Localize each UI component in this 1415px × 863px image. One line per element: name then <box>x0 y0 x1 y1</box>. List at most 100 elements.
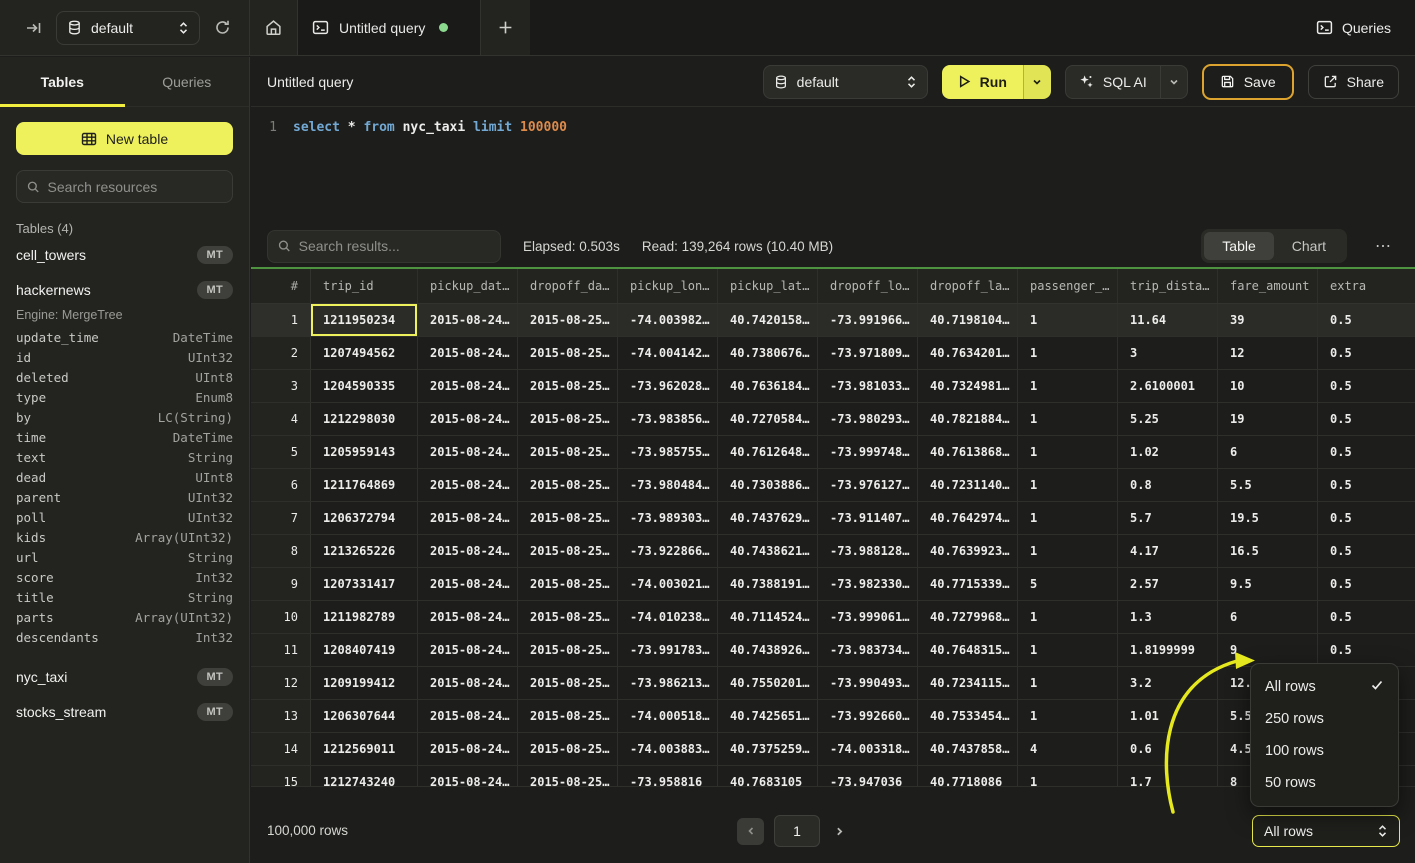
column-header[interactable]: trip_dista… <box>1118 269 1218 303</box>
table-cell[interactable]: 10 <box>1218 370 1318 402</box>
table-cell[interactable]: 1 <box>1018 667 1118 699</box>
column-header[interactable]: dropoff_lo… <box>818 269 918 303</box>
table-cell[interactable]: 1 <box>1018 634 1118 666</box>
table-cell[interactable]: -74.003883… <box>618 733 718 765</box>
table-cell[interactable]: 40.7270584… <box>718 403 818 435</box>
column-header[interactable]: dropoff_da… <box>518 269 618 303</box>
query-database-select[interactable]: default <box>763 65 928 99</box>
table-cell[interactable]: 3.2 <box>1118 667 1218 699</box>
table-cell[interactable]: 0.5 <box>1318 337 1415 369</box>
table-cell[interactable]: 0.5 <box>1318 568 1415 600</box>
queries-button[interactable]: Queries <box>1316 19 1391 36</box>
page-size-option[interactable]: 100 rows <box>1251 735 1398 767</box>
table-cell[interactable]: 1 <box>1018 502 1118 534</box>
table-cell[interactable]: 11.64 <box>1118 304 1218 336</box>
row-index[interactable]: 11 <box>251 634 311 666</box>
table-cell[interactable]: 2015-08-25… <box>518 568 618 600</box>
table-cell[interactable]: 40.7533454… <box>918 700 1018 732</box>
sidebar-tab-tables[interactable]: Tables <box>0 57 125 106</box>
sidebar-item-nyc-taxi[interactable]: nyc_taxi MT <box>16 660 233 693</box>
table-cell[interactable]: 2015-08-24… <box>418 304 518 336</box>
row-index[interactable]: 5 <box>251 436 311 468</box>
view-toggle-table[interactable]: Table <box>1204 232 1273 260</box>
table-cell[interactable]: 2015-08-25… <box>518 502 618 534</box>
table-cell[interactable]: 2015-08-25… <box>518 700 618 732</box>
table-cell[interactable]: 40.7715339… <box>918 568 1018 600</box>
sidebar-item-hackernews[interactable]: hackernews MT <box>16 273 233 306</box>
table-cell[interactable]: 19.5 <box>1218 502 1318 534</box>
table-cell[interactable]: -73.958816 <box>618 766 718 786</box>
table-cell[interactable]: -73.983734… <box>818 634 918 666</box>
table-cell[interactable]: 2.57 <box>1118 568 1218 600</box>
table-cell[interactable]: 5.5 <box>1218 469 1318 501</box>
sidebar-item-stocks-stream[interactable]: stocks_stream MT <box>16 695 233 728</box>
table-cell[interactable]: 5.25 <box>1118 403 1218 435</box>
row-index[interactable]: 1 <box>251 304 311 336</box>
table-cell[interactable]: 2015-08-24… <box>418 337 518 369</box>
row-index[interactable]: 9 <box>251 568 311 600</box>
table-cell[interactable]: 2015-08-25… <box>518 337 618 369</box>
table-cell[interactable]: 40.7388191… <box>718 568 818 600</box>
table-cell[interactable]: 40.7375259… <box>718 733 818 765</box>
table-cell[interactable]: 1207494562 <box>311 337 418 369</box>
table-cell[interactable]: -73.981033… <box>818 370 918 402</box>
table-cell[interactable]: 2015-08-24… <box>418 634 518 666</box>
table-cell[interactable]: 1212298030 <box>311 403 418 435</box>
table-cell[interactable]: 1 <box>1018 337 1118 369</box>
sidebar-tab-queries[interactable]: Queries <box>125 57 250 106</box>
table-cell[interactable]: 0.5 <box>1318 502 1415 534</box>
table-cell[interactable]: -74.003021… <box>618 568 718 600</box>
results-search[interactable] <box>267 230 501 263</box>
table-cell[interactable]: 40.7231140… <box>918 469 1018 501</box>
table-cell[interactable]: -73.999061… <box>818 601 918 633</box>
table-cell[interactable]: 1 <box>1018 403 1118 435</box>
table-cell[interactable]: 9 <box>1218 634 1318 666</box>
table-cell[interactable]: 40.7613868… <box>918 436 1018 468</box>
table-cell[interactable]: 3 <box>1118 337 1218 369</box>
column-header[interactable]: pickup_dat… <box>418 269 518 303</box>
column-header[interactable]: # <box>251 269 311 303</box>
table-cell[interactable]: 40.7612648… <box>718 436 818 468</box>
table-cell[interactable]: 40.7324981… <box>918 370 1018 402</box>
table-cell[interactable]: 1.8199999 <box>1118 634 1218 666</box>
table-cell[interactable]: 40.7642974… <box>918 502 1018 534</box>
view-toggle-chart[interactable]: Chart <box>1274 232 1344 260</box>
table-cell[interactable]: 0.5 <box>1318 304 1415 336</box>
table-cell[interactable]: 2.6100001 <box>1118 370 1218 402</box>
table-cell[interactable]: -73.991783… <box>618 634 718 666</box>
sql-editor[interactable]: 1 select * from nyc_taxi limit 100000 <box>251 107 1415 225</box>
collapse-sidebar-button[interactable] <box>22 16 46 40</box>
row-index[interactable]: 2 <box>251 337 311 369</box>
sql-ai-options-button[interactable] <box>1160 66 1187 98</box>
table-cell[interactable]: 40.7425651… <box>718 700 818 732</box>
column-header[interactable]: passenger_… <box>1018 269 1118 303</box>
table-cell[interactable]: 1211950234 <box>311 304 418 336</box>
page-number-input[interactable]: 1 <box>774 815 820 847</box>
row-index[interactable]: 3 <box>251 370 311 402</box>
save-button[interactable]: Save <box>1202 64 1294 100</box>
table-cell[interactable]: 40.7438621… <box>718 535 818 567</box>
table-cell[interactable]: 40.7303886… <box>718 469 818 501</box>
tab-home[interactable] <box>250 0 298 55</box>
row-index[interactable]: 6 <box>251 469 311 501</box>
table-cell[interactable]: 1.01 <box>1118 700 1218 732</box>
run-options-button[interactable] <box>1023 65 1051 99</box>
table-cell[interactable]: -73.989303… <box>618 502 718 534</box>
table-cell[interactable]: 4 <box>1018 733 1118 765</box>
table-cell[interactable]: -73.980293… <box>818 403 918 435</box>
table-cell[interactable]: 2015-08-24… <box>418 568 518 600</box>
row-index[interactable]: 12 <box>251 667 311 699</box>
row-index[interactable]: 15 <box>251 766 311 786</box>
table-cell[interactable]: 2015-08-24… <box>418 733 518 765</box>
column-header[interactable]: extra <box>1318 269 1415 303</box>
table-cell[interactable]: 0.5 <box>1318 601 1415 633</box>
table-cell[interactable]: 0.6 <box>1118 733 1218 765</box>
row-index[interactable]: 13 <box>251 700 311 732</box>
table-cell[interactable]: 40.7634201… <box>918 337 1018 369</box>
table-cell[interactable]: 2015-08-25… <box>518 403 618 435</box>
table-cell[interactable]: -73.999748… <box>818 436 918 468</box>
table-cell[interactable]: 0.5 <box>1318 370 1415 402</box>
table-cell[interactable]: 2015-08-24… <box>418 436 518 468</box>
table-cell[interactable]: -74.000518… <box>618 700 718 732</box>
run-button[interactable]: Run <box>942 65 1023 99</box>
